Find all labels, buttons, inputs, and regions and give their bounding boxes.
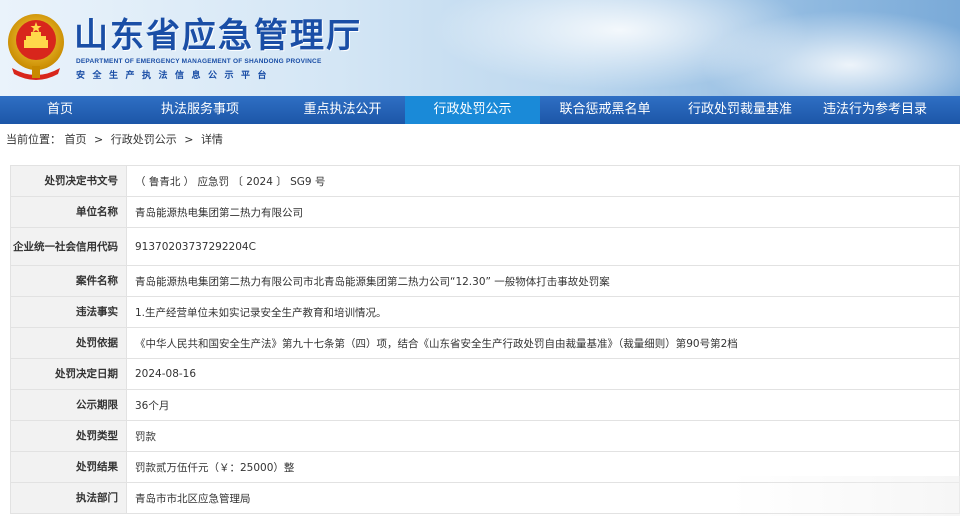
field-label: 处罚决定日期 (10, 358, 127, 390)
site-title: 山东省应急管理厅 (74, 16, 362, 56)
nav-item-penalty-standards[interactable]: 行政处罚裁量基准 (670, 96, 810, 124)
field-label: 执法部门 (10, 482, 127, 514)
nav-item-home[interactable]: 首页 (0, 96, 120, 124)
header-banner: 山东省应急管理厅 DEPARTMENT OF EMERGENCY MANAGEM… (0, 0, 960, 96)
field-value: 青岛能源热电集团第二热力有限公司 (126, 196, 960, 228)
field-label: 公示期限 (10, 389, 127, 421)
field-value: 2024-08-16 (126, 358, 960, 390)
field-value: 《中华人民共和国安全生产法》第九十七条第（四）项，结合《山东省安全生产行政处罚自… (126, 327, 960, 359)
field-value: 罚款 (126, 420, 960, 452)
table-row: 处罚依据 《中华人民共和国安全生产法》第九十七条第（四）项，结合《山东省安全生产… (10, 327, 960, 359)
field-label: 处罚决定书文号 (10, 165, 127, 197)
table-row: 处罚决定书文号 （ 鲁青北 ） 应急罚 〔 2024 〕 SG9 号 (10, 165, 960, 197)
field-label: 单位名称 (10, 196, 127, 228)
table-row: 案件名称 青岛能源热电集团第二热力有限公司市北青岛能源集团第二热力公司“12.3… (10, 265, 960, 297)
nav-item-violation-catalog[interactable]: 违法行为参考目录 (810, 96, 940, 124)
table-row: 单位名称 青岛能源热电集团第二热力有限公司 (10, 196, 960, 228)
field-label: 案件名称 (10, 265, 127, 297)
breadcrumb-separator: > (94, 133, 104, 146)
field-label: 企业统一社会信用代码 (10, 227, 127, 266)
table-row: 处罚类型 罚款 (10, 420, 960, 452)
breadcrumb-home[interactable]: 首页 (65, 133, 87, 146)
field-label: 违法事实 (10, 296, 127, 328)
nav-item-penalty-disclosure[interactable]: 行政处罚公示 (405, 96, 540, 124)
field-label: 处罚依据 (10, 327, 127, 359)
field-value: 36个月 (126, 389, 960, 421)
nav-item-key-enforcement[interactable]: 重点执法公开 (280, 96, 405, 124)
breadcrumb: 当前位置： 首页 > 行政处罚公示 > 详情 (6, 131, 223, 149)
nav-item-blacklist[interactable]: 联合惩戒黑名单 (540, 96, 670, 124)
field-value: 91370203737292204C (126, 227, 960, 266)
field-label: 处罚结果 (10, 451, 127, 483)
main-nav: 首页 执法服务事项 重点执法公开 行政处罚公示 联合惩戒黑名单 行政处罚裁量基准… (0, 96, 960, 124)
table-row: 企业统一社会信用代码 91370203737292204C (10, 227, 960, 266)
table-row: 违法事实 1.生产经营单位未如实记录安全生产教育和培训情况。 (10, 296, 960, 328)
field-value: 青岛能源热电集团第二热力有限公司市北青岛能源集团第二热力公司“12.30” 一般… (126, 265, 960, 297)
field-value: 1.生产经营单位未如实记录安全生产教育和培训情况。 (126, 296, 960, 328)
national-emblem-icon (8, 14, 64, 80)
penalty-detail-table: 处罚决定书文号 （ 鲁青北 ） 应急罚 〔 2024 〕 SG9 号 单位名称 … (10, 165, 960, 514)
field-label: 处罚类型 (10, 420, 127, 452)
table-row: 公示期限 36个月 (10, 389, 960, 421)
nav-item-enforcement-services[interactable]: 执法服务事项 (120, 96, 280, 124)
breadcrumb-separator: > (184, 133, 194, 146)
field-value: （ 鲁青北 ） 应急罚 〔 2024 〕 SG9 号 (126, 165, 960, 197)
site-subtitle-en: DEPARTMENT OF EMERGENCY MANAGEMENT OF SH… (76, 58, 322, 65)
table-row: 处罚决定日期 2024-08-16 (10, 358, 960, 390)
breadcrumb-current: 详情 (200, 133, 223, 146)
watermark-overlay (730, 476, 960, 516)
breadcrumb-prefix: 当前位置： (6, 133, 61, 146)
site-subtitle-cn: 安全生产执法信息公示平台 (76, 71, 275, 81)
breadcrumb-penalty-disclosure[interactable]: 行政处罚公示 (111, 133, 177, 146)
